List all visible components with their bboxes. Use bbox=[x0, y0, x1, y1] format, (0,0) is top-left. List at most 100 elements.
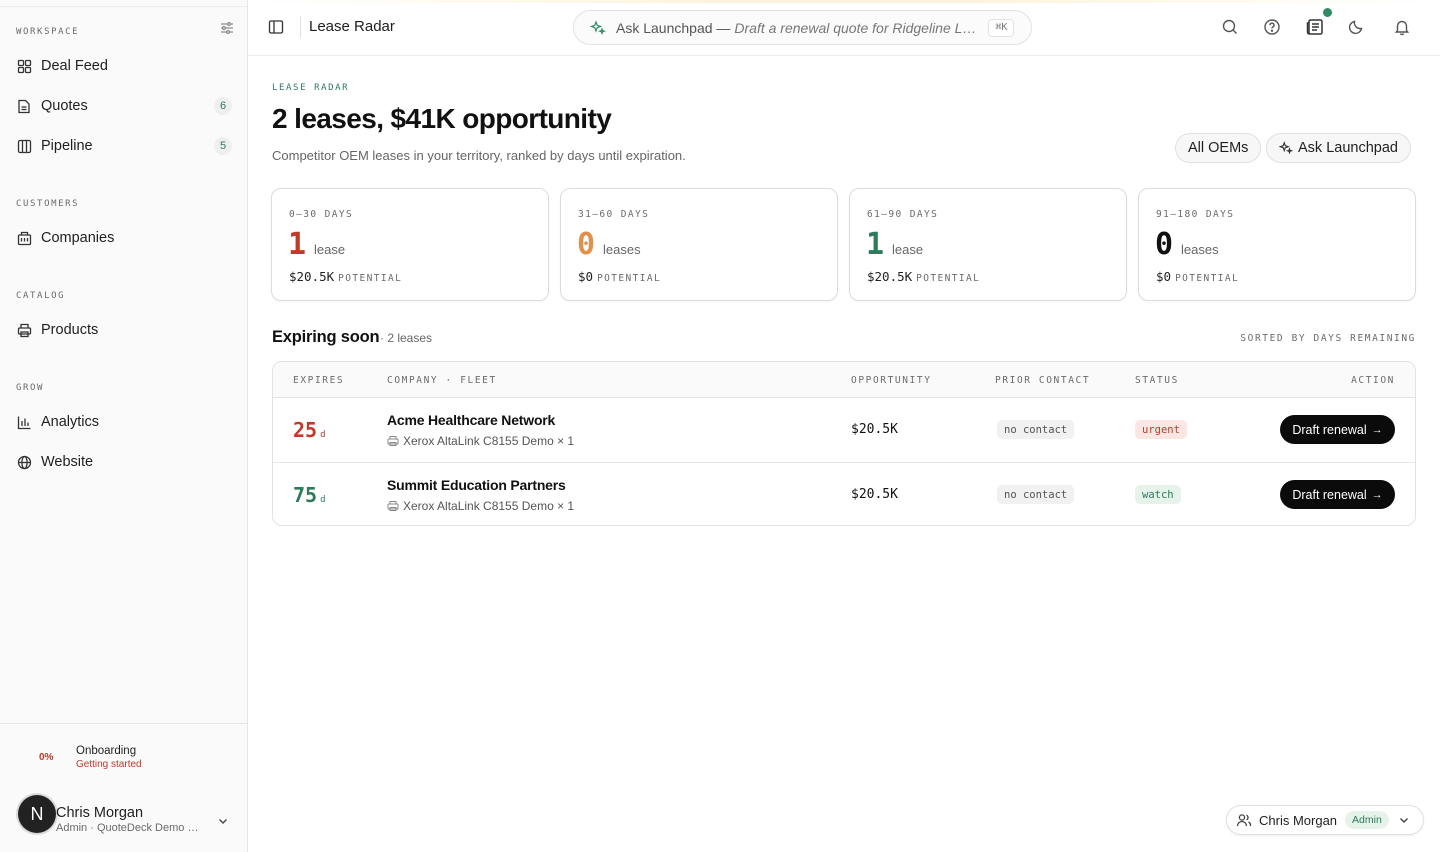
draft-renewal-button[interactable]: Draft renewal → bbox=[1280, 415, 1395, 444]
card-range: 91–180 DAYS bbox=[1156, 209, 1235, 220]
card-potential-label: POTENTIAL bbox=[338, 273, 403, 284]
sidebar-item-label: Pipeline bbox=[41, 138, 93, 154]
users-icon bbox=[1236, 814, 1252, 827]
expiring-title: Expiring soon bbox=[272, 328, 380, 346]
sidebar-item-label: Quotes bbox=[41, 98, 88, 114]
card-amount: $20.5K POTENTIAL bbox=[867, 269, 980, 284]
card-unit: lease bbox=[892, 242, 924, 257]
bucket-card-91-180[interactable]: 91–180 DAYS 0 leases $0 POTENTIAL bbox=[1138, 188, 1416, 301]
card-amount-value: $0 bbox=[1156, 269, 1172, 284]
card-potential-label: POTENTIAL bbox=[1175, 273, 1240, 284]
status-badge: urgent bbox=[1135, 420, 1187, 439]
sidebar-item-deal-feed[interactable]: Deal Feed bbox=[8, 50, 240, 82]
sidebar-item-label: Companies bbox=[41, 230, 115, 246]
card-amount: $0 POTENTIAL bbox=[1156, 269, 1239, 284]
ask-launchpad-button[interactable]: Ask Launchpad bbox=[1266, 133, 1411, 163]
column-company: COMPANY · FLEET bbox=[387, 375, 497, 386]
bucket-card-0-30[interactable]: 0–30 DAYS 1 lease $20.5K POTENTIAL bbox=[271, 188, 549, 301]
page-title: 2 leases, $41K opportunity bbox=[272, 103, 612, 134]
card-amount: $0 POTENTIAL bbox=[578, 269, 661, 284]
page-breadcrumb-title: Lease Radar bbox=[309, 18, 395, 35]
sidebar-item-label: Analytics bbox=[41, 414, 100, 430]
moon-icon[interactable] bbox=[1347, 18, 1365, 36]
ask-launchpad-input[interactable]: Ask Launchpad — Draft a renewal quote fo… bbox=[573, 10, 1032, 45]
fleet-info: Xerox AltaLink C8155 Demo × 1 bbox=[387, 499, 574, 513]
bell-icon[interactable] bbox=[1393, 18, 1411, 36]
section-label-catalog: CATALOG bbox=[16, 291, 66, 301]
sidebar-item-companies[interactable]: Companies bbox=[8, 222, 240, 254]
card-amount-value: $20.5K bbox=[867, 269, 913, 284]
opportunity-value: $20.5K bbox=[851, 487, 898, 502]
card-amount-value: $0 bbox=[578, 269, 594, 284]
sidebar-item-label: Products bbox=[41, 322, 99, 338]
columns-icon bbox=[16, 138, 32, 154]
user-org: Admin · QuoteDeck Demo Company bbox=[56, 822, 206, 834]
card-unit: leases bbox=[1181, 242, 1219, 257]
pipeline-count-badge: 5 bbox=[214, 137, 232, 155]
printer-icon bbox=[16, 322, 32, 338]
avatar[interactable]: N bbox=[18, 795, 56, 833]
days-unit: d bbox=[320, 495, 326, 505]
building-icon bbox=[16, 230, 32, 246]
user-pill-name: Chris Morgan bbox=[1259, 812, 1338, 828]
section-label-workspace: WORKSPACE bbox=[16, 27, 80, 37]
days-remaining: 75 d bbox=[293, 483, 326, 507]
sidebar-item-products[interactable]: Products bbox=[8, 314, 240, 346]
ask-label: Ask Launchpad — bbox=[616, 19, 731, 36]
card-range: 0–30 DAYS bbox=[289, 209, 354, 220]
sidebar-toggle-icon[interactable] bbox=[268, 19, 284, 35]
oem-filter-label: All OEMs bbox=[1188, 140, 1249, 156]
role-badge: Admin bbox=[1345, 811, 1389, 829]
oem-filter-button[interactable]: All OEMs bbox=[1175, 133, 1262, 163]
sidebar-item-pipeline[interactable]: Pipeline 5 bbox=[8, 130, 240, 162]
days-value: 25 bbox=[293, 418, 318, 442]
draft-renewal-button[interactable]: Draft renewal → bbox=[1280, 480, 1395, 509]
column-opportunity: OPPORTUNITY bbox=[851, 375, 932, 386]
news-icon[interactable] bbox=[1305, 17, 1325, 37]
leases-table: EXPIRES COMPANY · FLEET OPPORTUNITY PRIO… bbox=[272, 361, 1416, 526]
sliders-icon[interactable] bbox=[220, 21, 234, 35]
table-row[interactable]: 25 d Acme Healthcare Network Xerox AltaLi… bbox=[273, 398, 1415, 462]
onboarding-subtitle: Getting started bbox=[76, 759, 142, 770]
card-count: 1 bbox=[866, 227, 885, 262]
chevron-down-icon bbox=[1399, 818, 1408, 823]
search-icon[interactable] bbox=[1221, 18, 1239, 36]
company-name[interactable]: Acme Healthcare Network bbox=[387, 412, 555, 428]
section-label-customers: CUSTOMERS bbox=[16, 199, 80, 209]
user-switcher[interactable]: Chris Morgan Admin bbox=[1226, 805, 1424, 835]
bucket-card-31-60[interactable]: 31–60 DAYS 0 leases $0 POTENTIAL bbox=[560, 188, 838, 301]
card-count: 0 bbox=[1155, 227, 1174, 262]
page-eyebrow: LEASE RADAR bbox=[272, 83, 350, 93]
card-amount-value: $20.5K bbox=[289, 269, 335, 284]
prior-contact-badge: no contact bbox=[997, 420, 1075, 439]
top-accent bbox=[248, 0, 1440, 3]
onboarding-title[interactable]: Onboarding bbox=[76, 745, 136, 757]
onboarding-percent: 0% bbox=[39, 752, 54, 763]
days-remaining: 25 d bbox=[293, 418, 326, 442]
chevron-down-icon[interactable] bbox=[216, 814, 230, 828]
sidebar-top-divider bbox=[0, 6, 247, 7]
document-icon bbox=[16, 98, 32, 114]
arrow-right-icon: → bbox=[1371, 423, 1383, 436]
fleet-text: Xerox AltaLink C8155 Demo × 1 bbox=[403, 434, 575, 448]
card-potential-label: POTENTIAL bbox=[916, 273, 981, 284]
sidebar-item-website[interactable]: Website bbox=[8, 446, 240, 478]
bucket-card-61-90[interactable]: 61–90 DAYS 1 lease $20.5K POTENTIAL bbox=[849, 188, 1127, 301]
shortcut-hint: ⌘K bbox=[988, 18, 1015, 37]
user-name: Chris Morgan bbox=[56, 805, 144, 821]
opportunity-value: $20.5K bbox=[851, 422, 898, 437]
sidebar-item-label: Deal Feed bbox=[41, 58, 108, 74]
topbar-divider bbox=[300, 16, 301, 38]
printer-icon bbox=[387, 501, 399, 511]
sidebar-footer-divider bbox=[0, 723, 247, 724]
sidebar-item-analytics[interactable]: Analytics bbox=[8, 406, 240, 438]
sparkle-icon bbox=[590, 19, 606, 35]
help-icon[interactable] bbox=[1263, 18, 1281, 36]
arrow-right-icon: → bbox=[1371, 488, 1383, 501]
sidebar-item-quotes[interactable]: Quotes 6 bbox=[8, 90, 240, 122]
company-name[interactable]: Summit Education Partners bbox=[387, 477, 566, 493]
table-row[interactable]: 75 d Summit Education Partners Xerox Alta… bbox=[273, 462, 1415, 525]
card-potential-label: POTENTIAL bbox=[597, 273, 662, 284]
table-header: EXPIRES COMPANY · FLEET OPPORTUNITY PRIO… bbox=[273, 362, 1415, 398]
globe-icon bbox=[16, 454, 32, 470]
